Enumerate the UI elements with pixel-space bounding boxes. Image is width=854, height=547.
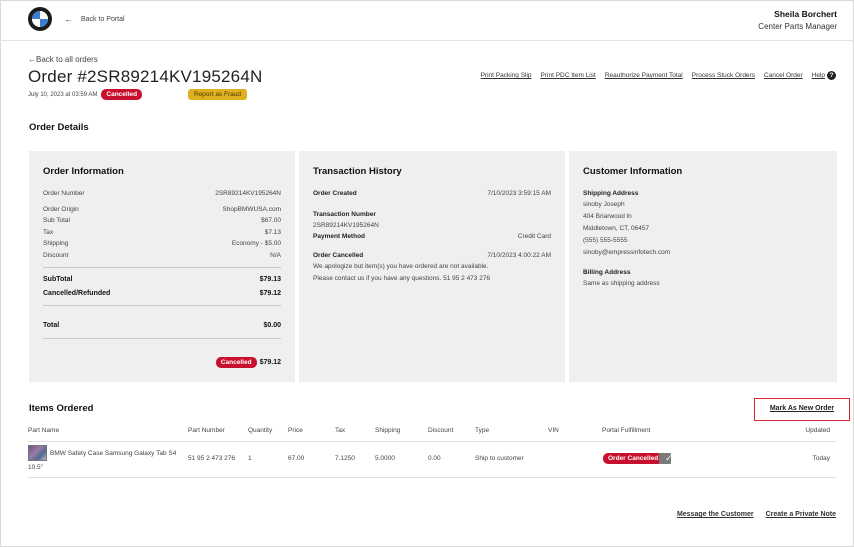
info-row-order-number: Order Number 2SR89214KV195264N (43, 190, 281, 197)
part-number: 51 95 2 473 276 (188, 455, 235, 462)
order-cancelled-row: Order Cancelled 7/10/2023 4:00:22 AM (313, 252, 551, 259)
report-fraud-button[interactable]: Report as Fraud (188, 89, 247, 100)
divider (43, 305, 281, 306)
info-row-order-origin: Order Origin ShopBMWUSA.com (43, 205, 281, 213)
print-packing-slip-link[interactable]: Print Packing Slip (481, 72, 532, 79)
order-information-panel: Order Information Order Number 2SR89214KV… (29, 151, 295, 382)
back-to-orders-label: Back to all orders (36, 55, 98, 64)
tax: 7.1250 (335, 455, 355, 462)
transaction-history-panel: Transaction History Order Created 7/10/20… (299, 151, 565, 382)
shipping: 5.0000 (375, 455, 395, 462)
type: Ship to customer (475, 455, 524, 462)
info-row-total: Total $0.00 (43, 322, 281, 329)
customer-information-panel: Customer Information Shipping Address si… (569, 151, 837, 382)
fulfillment-status-badge: Order Cancelled (603, 453, 664, 464)
reauthorize-payment-link[interactable]: Reauthorize Payment Total (605, 72, 683, 79)
transaction-history-title: Transaction History (313, 166, 402, 177)
info-row-subtotal: SubTotal $79.13 (43, 276, 281, 283)
user-name: Sheila Borchert (774, 9, 837, 19)
order-title: Order #2SR89214KV195264N (28, 67, 263, 86)
product-thumbnail (28, 445, 47, 461)
arrow-left-icon: ← (28, 55, 36, 64)
arrow-left-icon: ← (64, 14, 73, 24)
user-info: Sheila Borchert Center Parts Manager (758, 9, 837, 31)
order-created-row: Order Created 7/10/2023 3:59:15 AM (313, 190, 551, 197)
col-part-number: Part Number (188, 427, 225, 434)
mark-as-new-order-button[interactable]: Mark As New Order (754, 398, 850, 421)
shipping-line: (555) 555-5555 (583, 237, 628, 244)
divider (43, 267, 281, 268)
back-to-portal-label: Back to Portal (81, 15, 125, 23)
shipping-line: sinoby Joseph (583, 201, 625, 208)
help-icon: ? (827, 71, 836, 80)
order-details-title: Order Details (29, 122, 89, 133)
order-information-title: Order Information (43, 166, 124, 177)
col-part-name: Part Name (28, 427, 60, 434)
message-customer-link[interactable]: Message the Customer (677, 511, 754, 518)
cancel-order-link[interactable]: Cancel Order (764, 72, 803, 79)
col-discount: Discount (428, 427, 454, 434)
help-label: Help (811, 72, 825, 79)
discount: 0.00 (428, 455, 441, 462)
back-to-portal-link[interactable]: ← Back to Portal (64, 14, 125, 24)
checkmark-icon: ✓ (665, 453, 673, 463)
footer-links: Message the Customer Create a Private No… (677, 511, 836, 518)
col-vin: VIN (548, 427, 559, 434)
part-name-cont: 10.5" (28, 464, 43, 471)
info-row-refunded: Cancelled/Refunded $79.12 (43, 289, 281, 297)
shipping-line: Middletown, CT, 06457 (583, 225, 650, 232)
cancel-note-line1: We apologize but item(s) you have ordere… (313, 263, 489, 270)
price: 67.00 (288, 455, 305, 462)
part-name[interactable]: BMW Safety Case Samsung Galaxy Tab S4 (50, 450, 176, 457)
print-pdc-item-list-link[interactable]: Print PDC Item List (541, 72, 596, 79)
order-date-row: July 10, 2023 at 03:59 AM Cancelled (28, 89, 143, 100)
table-row: BMW Safety Case Samsung Galaxy Tab S4 10… (0, 445, 854, 475)
final-status-badge: Cancelled (215, 356, 257, 368)
divider (28, 441, 836, 442)
col-quantity: Quantity (248, 427, 273, 434)
back-to-orders-link[interactable]: ←Back to all orders (28, 55, 98, 64)
shipping-address-label: Shipping Address (583, 190, 639, 197)
help-link[interactable]: Help? (812, 71, 836, 80)
info-row-tax: Tax $7.13 (43, 228, 281, 236)
col-price: Price (288, 427, 303, 434)
col-updated: Updated (805, 427, 830, 434)
order-status-badge: Cancelled (101, 89, 143, 100)
shipping-line: 404 Briarwood ln (583, 213, 632, 220)
customer-information-title: Customer Information (583, 166, 683, 177)
info-row-shipping: Shipping Economy - $5.00 (43, 240, 281, 247)
info-row-sub-total: Sub Total $67.00 (43, 217, 281, 224)
cancel-note-line2: Please contact us if you have any questi… (313, 275, 491, 282)
updated: Today (812, 455, 830, 462)
quantity: 1 (248, 455, 252, 462)
payment-method-row: Payment Method Credit Card (313, 233, 551, 240)
shipping-line: sinoby@empressinfotech.com (583, 249, 671, 256)
user-role: Center Parts Manager (758, 22, 837, 31)
fulfillment-checkbox[interactable]: ✓ (659, 453, 673, 464)
items-ordered-title: Items Ordered (29, 403, 94, 414)
process-stuck-orders-link[interactable]: Process Stuck Orders (692, 72, 755, 79)
col-portal-fulfillment: Portal Fulfillment (602, 427, 651, 434)
divider (28, 477, 836, 478)
order-date: July 10, 2023 at 03:59 AM (28, 91, 98, 98)
col-tax: Tax (335, 427, 346, 434)
col-shipping: Shipping (375, 427, 401, 434)
top-bar: ← Back to Portal Sheila Borchert Center … (0, 0, 854, 41)
transaction-number-value: 2SR89214KV195264N (313, 222, 379, 229)
billing-address-label: Billing Address (583, 269, 631, 276)
col-type: Type (475, 427, 490, 434)
create-private-note-link[interactable]: Create a Private Note (766, 511, 836, 518)
final-status-row: Cancelled $79.12 (43, 356, 281, 368)
bmw-logo-icon[interactable] (28, 7, 52, 31)
divider (43, 337, 281, 339)
info-row-discount: Discount N/A (43, 251, 281, 259)
order-actions: Print Packing Slip Print PDC Item List R… (481, 71, 836, 80)
transaction-number-label: Transaction Number (313, 211, 376, 218)
items-table-header: Part Name Part Number Quantity Price Tax… (0, 427, 854, 439)
billing-address-value: Same as shipping address (583, 280, 660, 287)
final-amount: $79.12 (259, 358, 281, 366)
